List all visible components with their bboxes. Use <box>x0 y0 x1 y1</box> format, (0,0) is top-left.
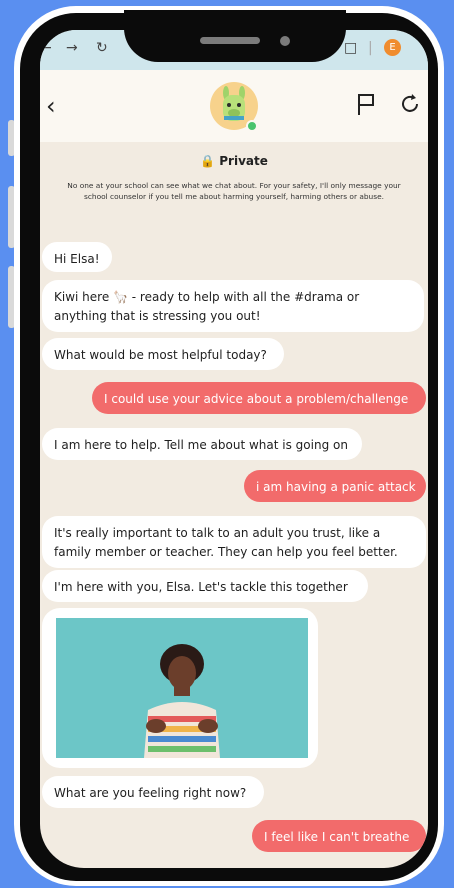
privacy-title: 🔒 Private <box>40 154 428 168</box>
speaker-grille <box>200 37 260 44</box>
bot-message: I'm here with you, Elsa. Let's tackle th… <box>42 570 368 602</box>
arrow-forward-icon[interactable]: → <box>66 40 78 56</box>
bot-message: Kiwi here 🦙 - ready to help with all the… <box>42 280 424 332</box>
refresh-icon[interactable] <box>398 92 422 116</box>
lock-icon: 🔒 <box>200 154 216 168</box>
front-camera <box>280 36 290 46</box>
user-message: I feel like I can't breathe <box>252 820 426 852</box>
online-status-dot <box>246 120 258 132</box>
bot-message: What would be most helpful today? <box>42 338 284 370</box>
gif-message[interactable] <box>42 608 318 768</box>
reload-icon[interactable]: ↻ <box>96 40 108 56</box>
profile-avatar[interactable]: E <box>384 39 401 56</box>
chevron-left-icon[interactable]: ‹ <box>46 92 56 120</box>
gif-video[interactable] <box>56 618 308 758</box>
chat-header: ‹ <box>40 70 428 142</box>
arrow-back-icon[interactable]: ← <box>40 40 52 56</box>
user-message: I could use your advice about a problem/… <box>92 382 426 414</box>
phone-notch <box>124 10 346 62</box>
user-message: i am having a panic attack <box>244 470 426 502</box>
privacy-title-text: Private <box>219 154 268 168</box>
phone-screen: ← → ↻ □ | E ‹ 🔒 Private No one at your s… <box>40 30 428 868</box>
bot-message: What are you feeling right now? <box>42 776 264 808</box>
puzzle-icon[interactable]: □ <box>344 40 357 56</box>
bot-message: It's really important to talk to an adul… <box>42 516 426 568</box>
bot-message: Hi Elsa! <box>42 242 112 272</box>
flag-icon[interactable] <box>356 92 376 116</box>
toolbar-divider: | <box>368 40 373 56</box>
bot-message: I am here to help. Tell me about what is… <box>42 428 362 460</box>
privacy-notice: No one at your school can see what we ch… <box>67 181 401 201</box>
